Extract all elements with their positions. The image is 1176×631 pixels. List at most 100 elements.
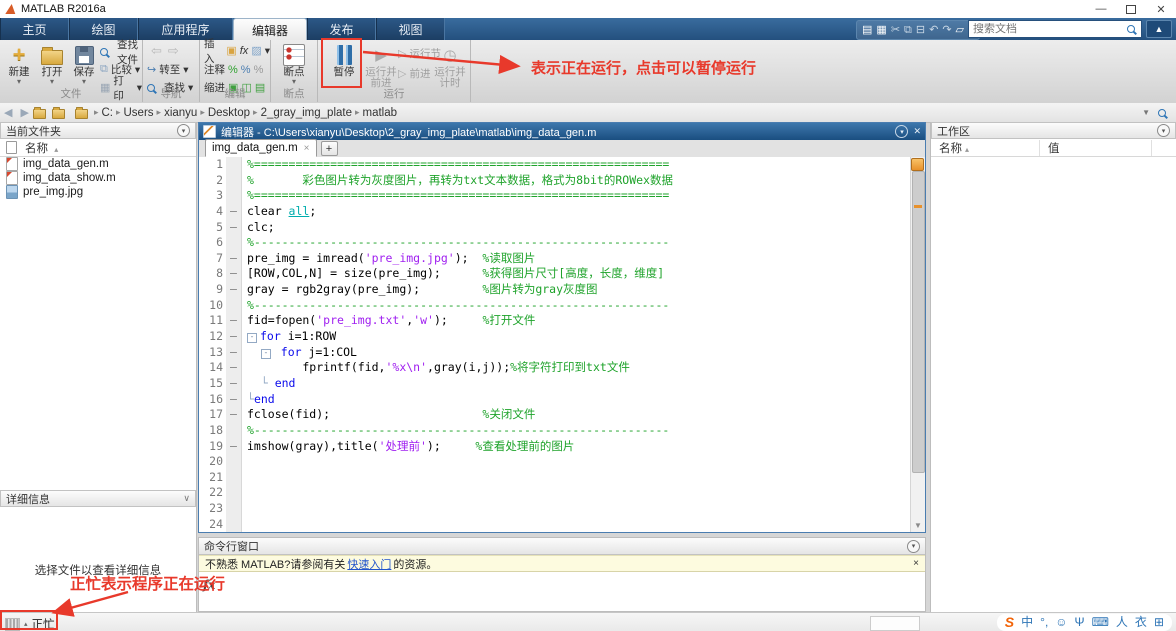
chinese-mode-icon[interactable]: 中 [1021,614,1033,631]
execution-marker[interactable] [226,235,242,251]
breadcrumb-item[interactable]: matlab [363,107,398,119]
execution-marker[interactable] [226,485,242,501]
punctuation-icon[interactable]: °, [1040,614,1048,631]
execution-marker[interactable] [226,470,242,486]
find-files-button[interactable]: 查找文件 [100,44,142,59]
breakpoints-button[interactable]: 断点 ▾ [276,43,312,85]
doc-search-box[interactable] [968,20,1142,38]
back-icon[interactable]: ◀ [4,106,12,119]
ribbon-tab-4[interactable]: 发布 [307,18,376,40]
scroll-down-icon[interactable]: ▼ [911,520,925,532]
comment-button[interactable]: 注释 % % % [204,62,263,77]
execution-marker[interactable]: — [226,439,242,455]
breadcrumb-item[interactable]: xianyu [164,107,197,119]
input-mode-icon[interactable]: 人 [1116,614,1128,631]
breadcrumb-item[interactable]: 2_gray_img_plate [261,107,352,119]
execution-marker[interactable]: — [226,329,242,345]
search-icon[interactable] [1127,25,1135,33]
minimize-button[interactable]: — [1086,0,1116,18]
address-dropdown-icon[interactable]: ▼ [1142,108,1150,117]
code-fold-icon[interactable]: - [247,333,257,343]
code-fold-icon[interactable]: - [261,349,271,359]
notice-close-icon[interactable]: × [913,558,919,569]
details-header[interactable]: 详细信息 ∨ [0,490,196,507]
execution-marker[interactable] [226,517,242,532]
panel-menu-icon[interactable]: ▾ [907,540,920,553]
microphone-icon[interactable]: Ψ [1075,614,1085,631]
goto-button[interactable]: ↪转至▾ [147,62,189,77]
new-button[interactable]: + 新建 ▾ [1,43,37,85]
run-and-time-button[interactable]: ◷ 运行并 计时 [432,43,468,89]
breadcrumb-item[interactable]: Users [124,107,154,119]
execution-marker[interactable]: — [226,376,242,392]
ribbon-collapse-button[interactable]: ▲ [1146,20,1172,38]
insert-button[interactable]: 插入 ▣ fx ▨ ▾ [204,43,270,58]
doc-search-input[interactable] [969,23,1127,35]
execution-marker[interactable]: — [226,266,242,282]
execution-marker[interactable]: — [226,345,242,361]
advance-button[interactable]: ▷ 前进 [398,66,430,81]
file-list-header[interactable]: 名称 ▴ [0,139,196,157]
copy-icon[interactable]: ⧉ [904,21,912,39]
tab-close-icon[interactable]: × [304,143,310,154]
breadcrumb-item[interactable]: C: [101,107,113,119]
address-search-icon[interactable] [1158,109,1166,117]
restore-button[interactable] [1116,0,1146,18]
code-analyzer-marker[interactable] [914,205,922,208]
switch-windows-icon[interactable]: ▱ [956,21,964,39]
panel-menu-icon[interactable]: ▾ [177,124,190,137]
execution-marker[interactable] [226,501,242,517]
file-row[interactable]: img_data_show.m [0,171,196,185]
execution-marker[interactable] [226,157,242,173]
pause-button[interactable]: 暂停 [326,43,362,78]
ribbon-tab-3[interactable]: 编辑器 [233,18,307,41]
close-button[interactable]: ✕ [1146,0,1176,18]
ribbon-tab-5[interactable]: 视图 [376,18,445,40]
code-analyzer-indicator[interactable] [911,158,924,171]
new-tab-button[interactable]: + [321,141,338,156]
browse-folder-icon[interactable] [52,109,65,119]
forward-icon[interactable]: ▶ [20,106,28,119]
save-button[interactable]: 保存 ▾ [66,43,102,85]
keyboard-icon[interactable]: ⌨ [1092,614,1109,631]
sogou-logo-icon[interactable]: S [1005,614,1014,631]
new-script-icon[interactable]: ▤ [862,21,872,39]
execution-marker[interactable] [226,298,242,314]
file-row[interactable]: img_data_gen.m [0,157,196,171]
save-icon[interactable]: ▦ [876,21,886,39]
execution-marker[interactable] [226,188,242,204]
panel-menu-icon[interactable]: ▾ [1157,124,1170,137]
run-and-advance-button[interactable]: ▶ 运行并 前进 [363,43,399,89]
ribbon-tab-0[interactable]: 主页 [0,18,69,40]
scrollbar-thumb[interactable] [912,171,925,473]
open-button[interactable]: 打开 ▾ [34,43,70,85]
execution-marker[interactable]: — [226,282,242,298]
execution-marker[interactable]: — [226,204,242,220]
execution-marker[interactable]: — [226,220,242,236]
paste-icon[interactable]: ⊟ [916,21,925,39]
redo-icon[interactable]: ↷ [942,21,951,39]
execution-marker[interactable] [226,173,242,189]
toolbox-icon[interactable]: ⊞ [1154,614,1164,631]
emoji-icon[interactable]: ☺ [1055,614,1067,631]
execution-marker[interactable]: — [226,313,242,329]
execution-marker[interactable]: — [226,392,242,408]
editor-menu-icon[interactable]: ▾ [895,125,908,138]
editor-tab-active[interactable]: img_data_gen.m × [205,139,317,157]
execution-marker[interactable] [226,423,242,439]
file-row[interactable]: pre_img.jpg [0,185,196,199]
editor-scrollbar[interactable]: ▲ ▼ [910,157,925,532]
up-folder-icon[interactable] [33,109,46,119]
undo-icon[interactable]: ↶ [929,21,938,39]
busy-status[interactable]: ▴ 正忙 [5,616,55,631]
execution-marker[interactable]: — [226,251,242,267]
execution-marker[interactable]: — [226,360,242,376]
execution-marker[interactable]: — [226,407,242,423]
editor-close-icon[interactable]: ✕ [913,126,921,137]
cut-icon[interactable]: ✂ [891,21,900,39]
breadcrumb-item[interactable]: Desktop [208,107,250,119]
quick-start-link[interactable]: 快速入门 [347,556,391,572]
code-area[interactable]: 1%======================================… [199,157,910,532]
execution-marker[interactable] [226,454,242,470]
skin-icon[interactable]: 衣 [1135,614,1147,631]
